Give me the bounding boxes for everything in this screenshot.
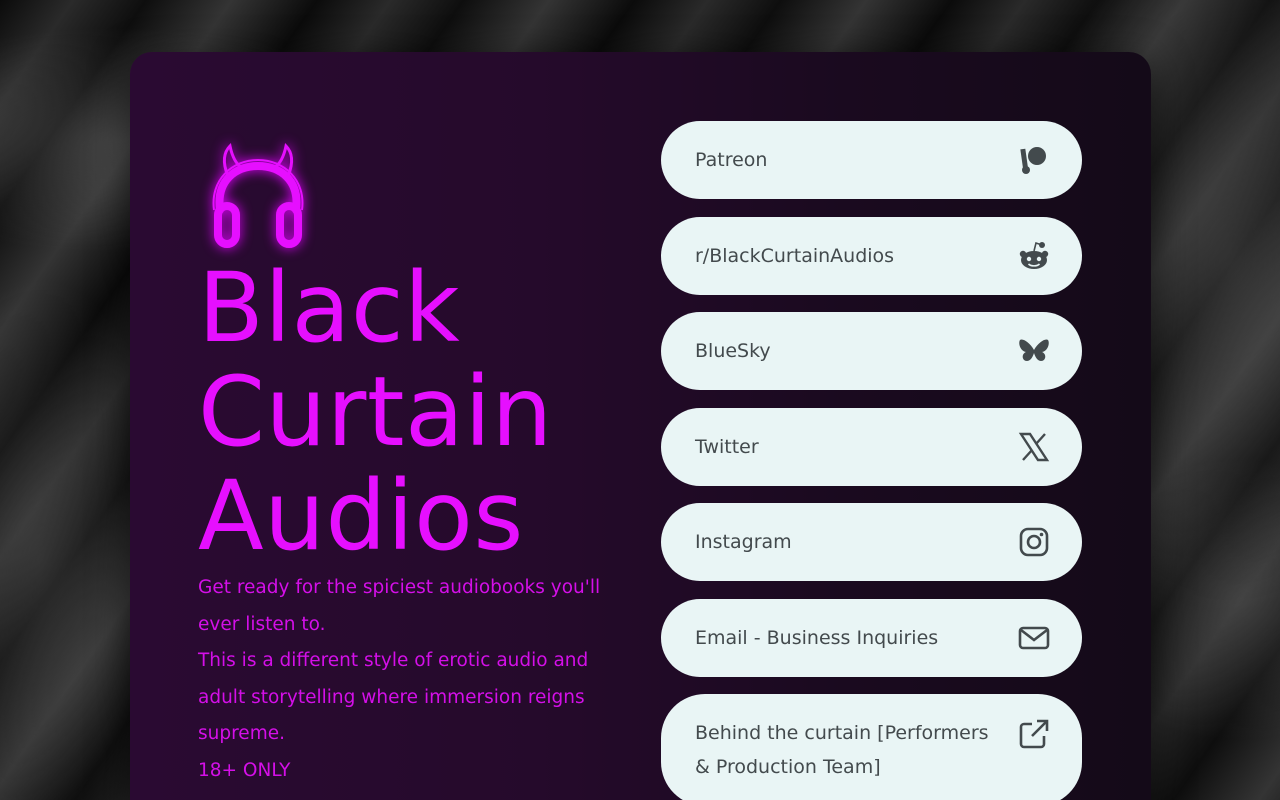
devil-headphones-icon [212,142,304,248]
link-reddit[interactable]: r/BlackCurtainAudios [661,216,1082,295]
patreon-icon [1018,144,1050,176]
x-twitter-icon [1018,431,1050,463]
link-bluesky[interactable]: BlueSky [661,312,1082,390]
link-label: Twitter [695,435,759,458]
external-link-icon [1018,718,1050,750]
link-behind-the-curtain[interactable]: Behind the curtain [Performers & Product… [661,694,1082,800]
description: Get ready for the spiciest audiobooks yo… [198,570,628,789]
title-line: Audios [198,460,524,572]
mail-icon [1018,622,1050,654]
link-label: Email - Business Inquiries [695,626,939,649]
instagram-icon [1018,526,1050,558]
reddit-icon [1018,240,1050,272]
link-patreon[interactable]: Patreon [661,121,1082,199]
description-line: Get ready for the spiciest audiobooks yo… [198,577,601,635]
link-instagram[interactable]: Instagram [661,503,1082,581]
link-email[interactable]: Email - Business Inquiries [661,598,1082,677]
link-label: Behind the curtain [Performers & Product… [695,722,989,778]
brand-title: Black Curtain Audios [198,256,638,568]
link-label: Patreon [695,149,768,171]
description-line: This is a different style of erotic audi… [198,650,589,744]
link-label: Instagram [695,531,792,553]
link-twitter[interactable]: Twitter [661,407,1082,486]
bluesky-butterfly-icon [1018,335,1050,367]
link-label: r/BlackCurtainAudios [695,244,895,267]
title-line: Curtain [198,356,553,468]
title-line: Black [198,252,461,364]
link-label: BlueSky [695,340,771,362]
age-notice: 18+ ONLY [198,759,291,781]
links-list: Patreon r/BlackCurtainAudios BlueSky Twi [661,121,1082,800]
